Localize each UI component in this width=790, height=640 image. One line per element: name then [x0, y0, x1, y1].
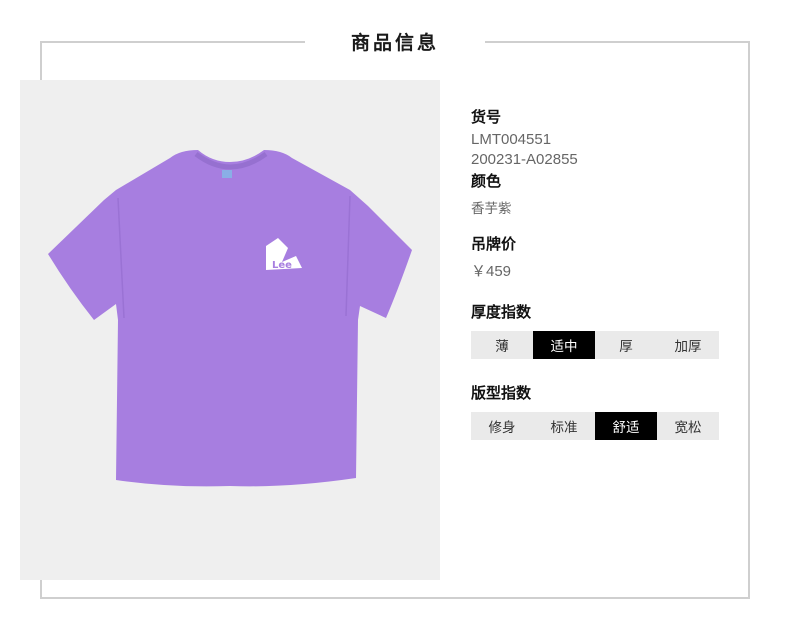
- fit-label: 版型指数: [471, 384, 532, 402]
- tshirt-image: Lee: [48, 150, 412, 487]
- color-label: 颜色: [471, 172, 502, 190]
- svg-text:Lee: Lee: [272, 260, 292, 271]
- price-value: ￥459: [471, 263, 512, 280]
- thickness-label: 厚度指数: [471, 303, 532, 321]
- product-photo: Lee: [20, 80, 440, 580]
- thickness-option-extra-thick[interactable]: 加厚: [657, 331, 719, 359]
- fit-option-slim[interactable]: 修身: [471, 412, 533, 440]
- fit-option-loose[interactable]: 宽松: [657, 412, 719, 440]
- price-label: 吊牌价: [471, 235, 517, 253]
- fit-option-comfort[interactable]: 舒适: [595, 412, 657, 440]
- thickness-option-medium[interactable]: 适中: [533, 331, 595, 359]
- fit-selector: 修身 标准 舒适 宽松: [471, 412, 719, 440]
- fit-label-wrap: 版型指数: [471, 382, 531, 403]
- thickness-selector: 薄 适中 厚 加厚: [471, 331, 719, 359]
- sku-label: 货号: [471, 108, 502, 126]
- sku-value-2: 200231-A02855: [471, 151, 578, 168]
- tshirt-body: [48, 150, 412, 487]
- fit-option-regular[interactable]: 标准: [533, 412, 595, 440]
- sku-value-1: LMT004551: [471, 131, 552, 148]
- section-title: 商品信息: [350, 32, 439, 54]
- color-block: 颜色 香芋紫: [471, 170, 512, 217]
- price-block: 吊牌价 ￥459: [471, 233, 516, 281]
- sku-block: 货号 LMT004551 200231-A02855: [471, 106, 578, 168]
- thickness-label-wrap: 厚度指数: [471, 301, 531, 322]
- tag-logo: [222, 170, 232, 178]
- thickness-option-thin[interactable]: 薄: [471, 331, 533, 359]
- thickness-option-thick[interactable]: 厚: [595, 331, 657, 359]
- color-value: 香芋紫: [471, 201, 512, 216]
